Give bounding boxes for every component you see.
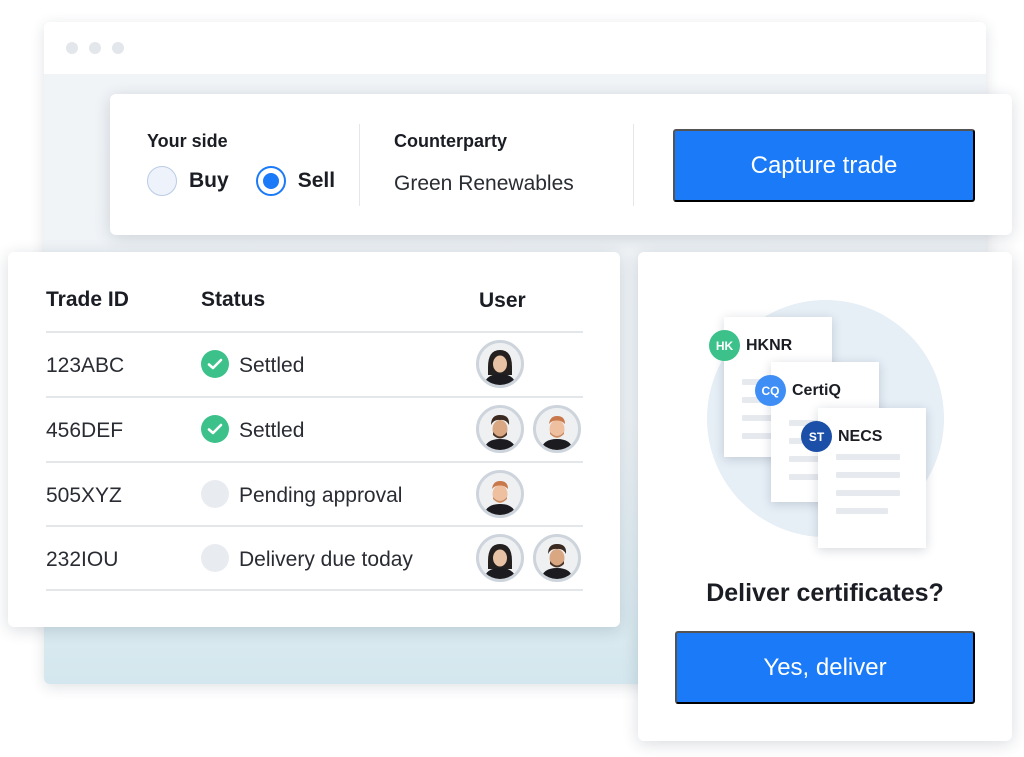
deliver-question: Deliver certificates? xyxy=(706,579,944,607)
counterparty-label: Counterparty xyxy=(394,131,508,151)
trade-id-cell: 232IOU xyxy=(46,548,119,571)
buy-radio-label[interactable]: Buy xyxy=(189,169,229,193)
column-header-user: User xyxy=(479,289,526,312)
user-avatar[interactable] xyxy=(476,405,524,453)
user-avatar[interactable] xyxy=(476,534,524,582)
status-cell: Settled xyxy=(239,419,305,442)
user-avatar[interactable] xyxy=(533,405,581,453)
table-row[interactable]: 456DEF Settled xyxy=(8,398,620,462)
registry-badge-necs: ST NECS xyxy=(801,421,882,452)
user-avatar[interactable] xyxy=(476,470,524,518)
pending-status-icon xyxy=(201,544,229,572)
your-side-label: Your side xyxy=(147,131,228,151)
yes-deliver-button[interactable]: Yes, deliver xyxy=(675,631,975,704)
column-header-status: Status xyxy=(201,288,266,311)
registry-badge-hknr: HK HKNR xyxy=(709,330,792,361)
deliver-certificates-card: HK HKNR CQ CertiQ ST NECS Deliver certif… xyxy=(638,252,1012,741)
window-control-dot[interactable] xyxy=(89,42,101,54)
counterparty-value[interactable]: Green Renewables xyxy=(394,172,574,196)
trade-id-cell: 456DEF xyxy=(46,419,124,442)
registry-name: HKNR xyxy=(746,336,793,354)
window-title-bar xyxy=(44,22,986,74)
row-divider xyxy=(46,589,583,591)
registry-code: CQ xyxy=(755,375,786,406)
table-row[interactable]: 123ABC Settled xyxy=(8,333,620,397)
capture-trade-button[interactable]: Capture trade xyxy=(673,129,975,202)
registry-name: CertiQ xyxy=(792,381,841,399)
registry-code: ST xyxy=(801,421,832,452)
column-header-trade-id: Trade ID xyxy=(46,288,129,311)
table-row[interactable]: 505XYZ Pending approval xyxy=(8,463,620,527)
status-cell: Delivery due today xyxy=(239,548,413,571)
user-avatar[interactable] xyxy=(533,534,581,582)
user-avatar[interactable] xyxy=(476,340,524,388)
registry-code: HK xyxy=(709,330,740,361)
status-cell: Pending approval xyxy=(239,484,403,507)
trade-id-cell: 123ABC xyxy=(46,354,125,377)
pending-status-icon xyxy=(201,480,229,508)
settled-check-icon xyxy=(201,415,229,443)
trade-id-cell: 505XYZ xyxy=(46,484,122,507)
buy-radio[interactable] xyxy=(147,166,177,196)
window-control-dot[interactable] xyxy=(112,42,124,54)
divider xyxy=(359,124,360,206)
divider xyxy=(633,124,634,206)
status-cell: Settled xyxy=(239,354,305,377)
sell-radio[interactable] xyxy=(255,166,286,196)
registry-badge-certiq: CQ CertiQ xyxy=(755,375,841,406)
sell-radio-label[interactable]: Sell xyxy=(298,169,335,193)
trade-capture-card: Your side Buy Sell Counterparty Green Re… xyxy=(110,94,1012,235)
table-row[interactable]: 232IOU Delivery due today xyxy=(8,527,620,591)
registry-name: NECS xyxy=(838,427,883,445)
trades-table: Trade ID Status User 123ABC Settled 456D… xyxy=(8,252,620,627)
settled-check-icon xyxy=(201,350,229,378)
window-control-dot[interactable] xyxy=(66,42,78,54)
side-radio-group: Buy Sell xyxy=(147,166,335,196)
